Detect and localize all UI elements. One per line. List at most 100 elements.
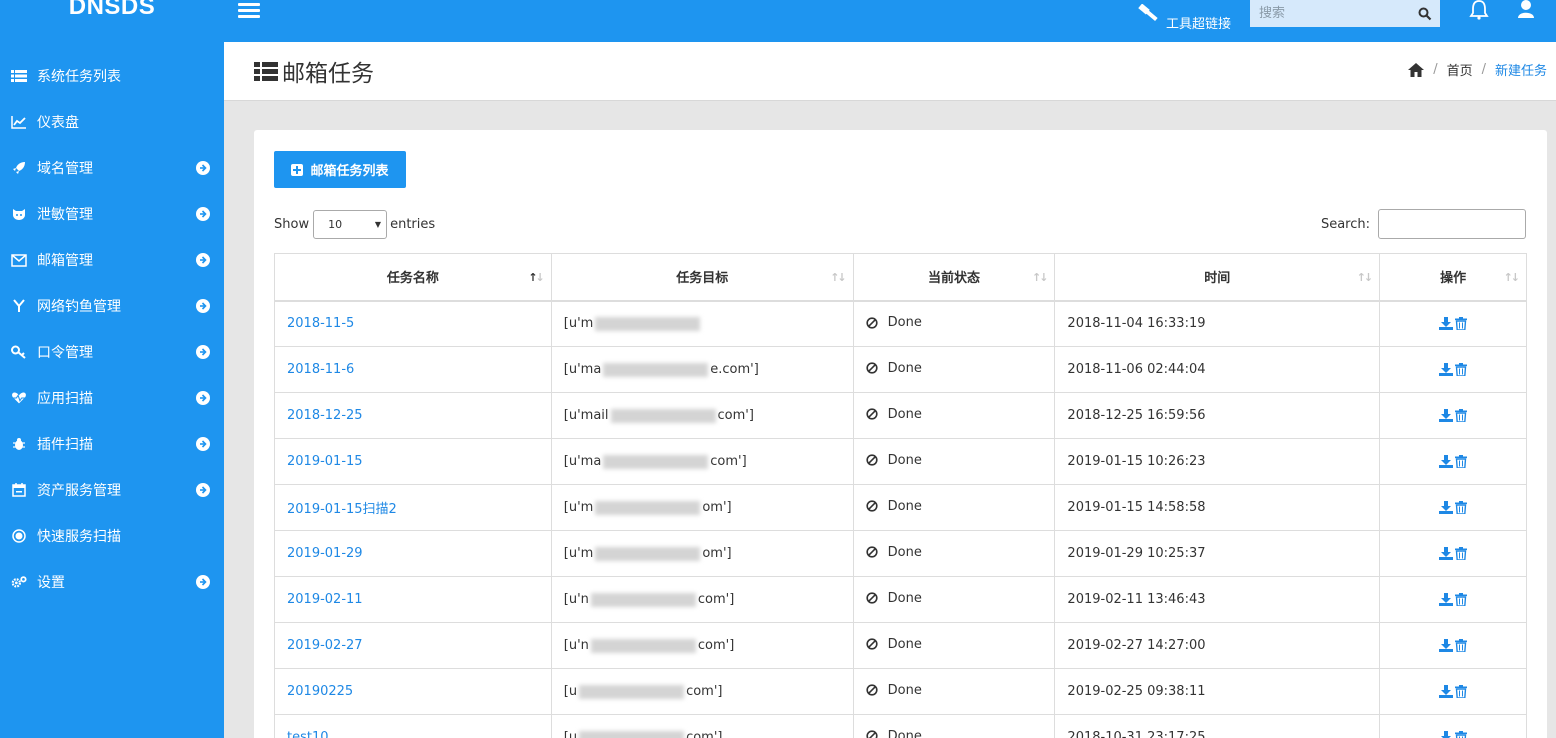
sidebar-item-7[interactable]: 应用扫描 <box>0 375 224 421</box>
sidebar-item-9[interactable]: 资产服务管理 <box>0 467 224 513</box>
task-status-text: Done <box>887 315 922 330</box>
trash-icon[interactable] <box>1454 316 1468 331</box>
sidebar-item-0[interactable]: 系统任务列表 <box>0 53 224 99</box>
task-time-cell: 2019-02-27 14:27:00 <box>1054 622 1381 669</box>
sidebar-item-3[interactable]: 泄敏管理 <box>0 191 224 237</box>
table-row: 2019-02-11 [u'n com'] Done 2019-02-11 13:46:… <box>274 576 1527 623</box>
sidebar-item-10[interactable]: 快速服务扫描 <box>0 513 224 559</box>
task-name-link[interactable]: 2019-02-27 <box>274 622 552 669</box>
menu-toggle-icon[interactable] <box>238 0 260 18</box>
task-table: 任务名称 ↑↓ 任务目标 ↑↓ 当前状态 ↑↓ 时间 ↑↓ 操作 ↑↓ 2018-11-5… <box>274 253 1527 738</box>
trash-icon[interactable] <box>1454 500 1468 515</box>
sidebar-item-label: 网络钓鱼管理 <box>37 299 121 315</box>
trash-icon[interactable] <box>1454 546 1468 561</box>
trash-icon[interactable] <box>1454 684 1468 699</box>
task-target-cell: [u com'] <box>550 714 854 738</box>
download-icon[interactable] <box>1439 730 1453 738</box>
task-name-link[interactable]: 2019-02-11 <box>274 576 552 623</box>
ban-icon <box>866 408 883 420</box>
column-header-label: 任务名称 <box>386 271 439 287</box>
sidebar-item-11[interactable]: 设置 <box>0 559 224 605</box>
trash-icon[interactable] <box>1454 638 1468 653</box>
user-icon[interactable] <box>1516 0 1536 20</box>
task-status-text: Done <box>887 728 922 738</box>
sidebar-item-2[interactable]: 域名管理 <box>0 145 224 191</box>
bell-icon[interactable] <box>1468 0 1490 20</box>
task-name-link[interactable]: 2018-11-5 <box>274 300 552 347</box>
task-target-prefix: [u'm <box>563 500 594 515</box>
sidebar-item-5[interactable]: 网络钓鱼管理 <box>0 283 224 329</box>
ban-icon <box>866 454 883 466</box>
rocket-icon <box>11 160 27 176</box>
download-icon[interactable] <box>1438 592 1453 607</box>
arrow-circle-right-icon <box>196 207 210 221</box>
sidebar-item-label: 应用扫描 <box>37 391 93 407</box>
task-name-link[interactable]: 2019-01-15 <box>274 438 552 485</box>
sidebar-item-6[interactable]: 口令管理 <box>0 329 224 375</box>
download-icon[interactable] <box>1438 362 1453 377</box>
column-header-name[interactable]: 任务名称 ↑↓ <box>274 253 552 302</box>
sidebar-item-label: 设置 <box>37 575 65 591</box>
download-icon[interactable] <box>1438 638 1453 653</box>
column-header-time[interactable]: 时间 ↑↓ <box>1054 253 1381 302</box>
trash-icon[interactable] <box>1454 454 1468 469</box>
task-status-cell: Done <box>852 392 1056 439</box>
arrow-circle-right-icon <box>196 161 210 175</box>
task-status-cell: Done <box>852 530 1056 577</box>
column-header-status[interactable]: 当前状态 ↑↓ <box>852 253 1056 302</box>
table-search-input[interactable] <box>1378 209 1526 239</box>
sidebar: 系统任务列表 仪表盘 域名管理 泄敏管理邮箱管理网络钓鱼管理口令管理应用扫描插件扫描资… <box>0 42 224 738</box>
task-status-cell: Done <box>852 714 1056 738</box>
search-icon[interactable] <box>1410 0 1440 27</box>
trash-icon[interactable] <box>1454 592 1468 607</box>
tools-link[interactable]: 工具超链接 <box>1136 0 1231 32</box>
mail-task-list-button-label: 邮箱任务列表 <box>310 164 389 179</box>
table-row: 2018-12-25 [u'mail com'] Done 2018-12-25 16:… <box>274 392 1527 439</box>
mail-task-list-button[interactable]: 邮箱任务列表 <box>274 151 406 188</box>
task-status-cell: Done <box>852 622 1056 669</box>
ban-icon <box>866 546 883 558</box>
arrow-circle-right-icon <box>196 391 210 405</box>
entries-select[interactable]: 10 <box>313 210 388 239</box>
task-target-suffix: om'] <box>702 500 732 515</box>
column-header-target[interactable]: 任务目标 ↑↓ <box>550 253 854 302</box>
task-target-prefix: [u'm <box>563 546 594 561</box>
table-search-label: Search: <box>1320 216 1370 232</box>
download-icon[interactable] <box>1438 408 1453 423</box>
trash-icon[interactable] <box>1454 730 1468 738</box>
top-search-input[interactable] <box>1250 0 1410 27</box>
trash-icon[interactable] <box>1454 362 1468 377</box>
task-target-prefix: [u'n <box>563 638 589 653</box>
column-header-actions[interactable]: 操作 ↑↓ <box>1379 253 1527 302</box>
trash-icon[interactable] <box>1454 408 1468 423</box>
sidebar-item-8[interactable]: 插件扫描 <box>0 421 224 467</box>
brand-logo[interactable]: DNSDS <box>0 0 224 42</box>
breadcrumb-home[interactable]: 首页 <box>1447 60 1473 79</box>
ban-icon <box>866 730 883 738</box>
list-icon <box>11 68 27 84</box>
task-target-prefix: [u'ma <box>563 362 602 377</box>
home-icon[interactable] <box>1408 62 1425 77</box>
task-target-cell: [u'n com'] <box>550 622 854 669</box>
download-icon[interactable] <box>1438 546 1453 561</box>
sidebar-item-4[interactable]: 邮箱管理 <box>0 237 224 283</box>
task-name-link[interactable]: 2019-01-29 <box>274 530 552 577</box>
download-icon[interactable] <box>1438 684 1453 699</box>
task-target-cell: [u'm om'] <box>550 484 854 531</box>
download-icon[interactable] <box>1438 316 1453 331</box>
download-icon[interactable] <box>1438 454 1453 469</box>
task-name-link[interactable]: 2018-12-25 <box>274 392 552 439</box>
task-status-cell: Done <box>852 484 1056 531</box>
task-name-link[interactable]: 2018-11-6 <box>274 346 552 393</box>
task-status-text: Done <box>887 590 922 606</box>
task-name-link[interactable]: 2019-01-15扫描2 <box>274 484 552 531</box>
column-header-label: 操作 <box>1440 271 1467 287</box>
download-icon[interactable] <box>1438 500 1453 515</box>
task-target-prefix: [u <box>563 684 578 699</box>
task-name-link[interactable]: test10 <box>274 714 552 738</box>
sidebar-item-1[interactable]: 仪表盘 <box>0 99 224 145</box>
task-target-prefix: [u'm <box>563 316 594 332</box>
task-name-link[interactable]: 20190225 <box>274 668 552 715</box>
line-chart-icon <box>11 114 27 130</box>
sidebar-item-label: 邮箱管理 <box>37 253 93 269</box>
